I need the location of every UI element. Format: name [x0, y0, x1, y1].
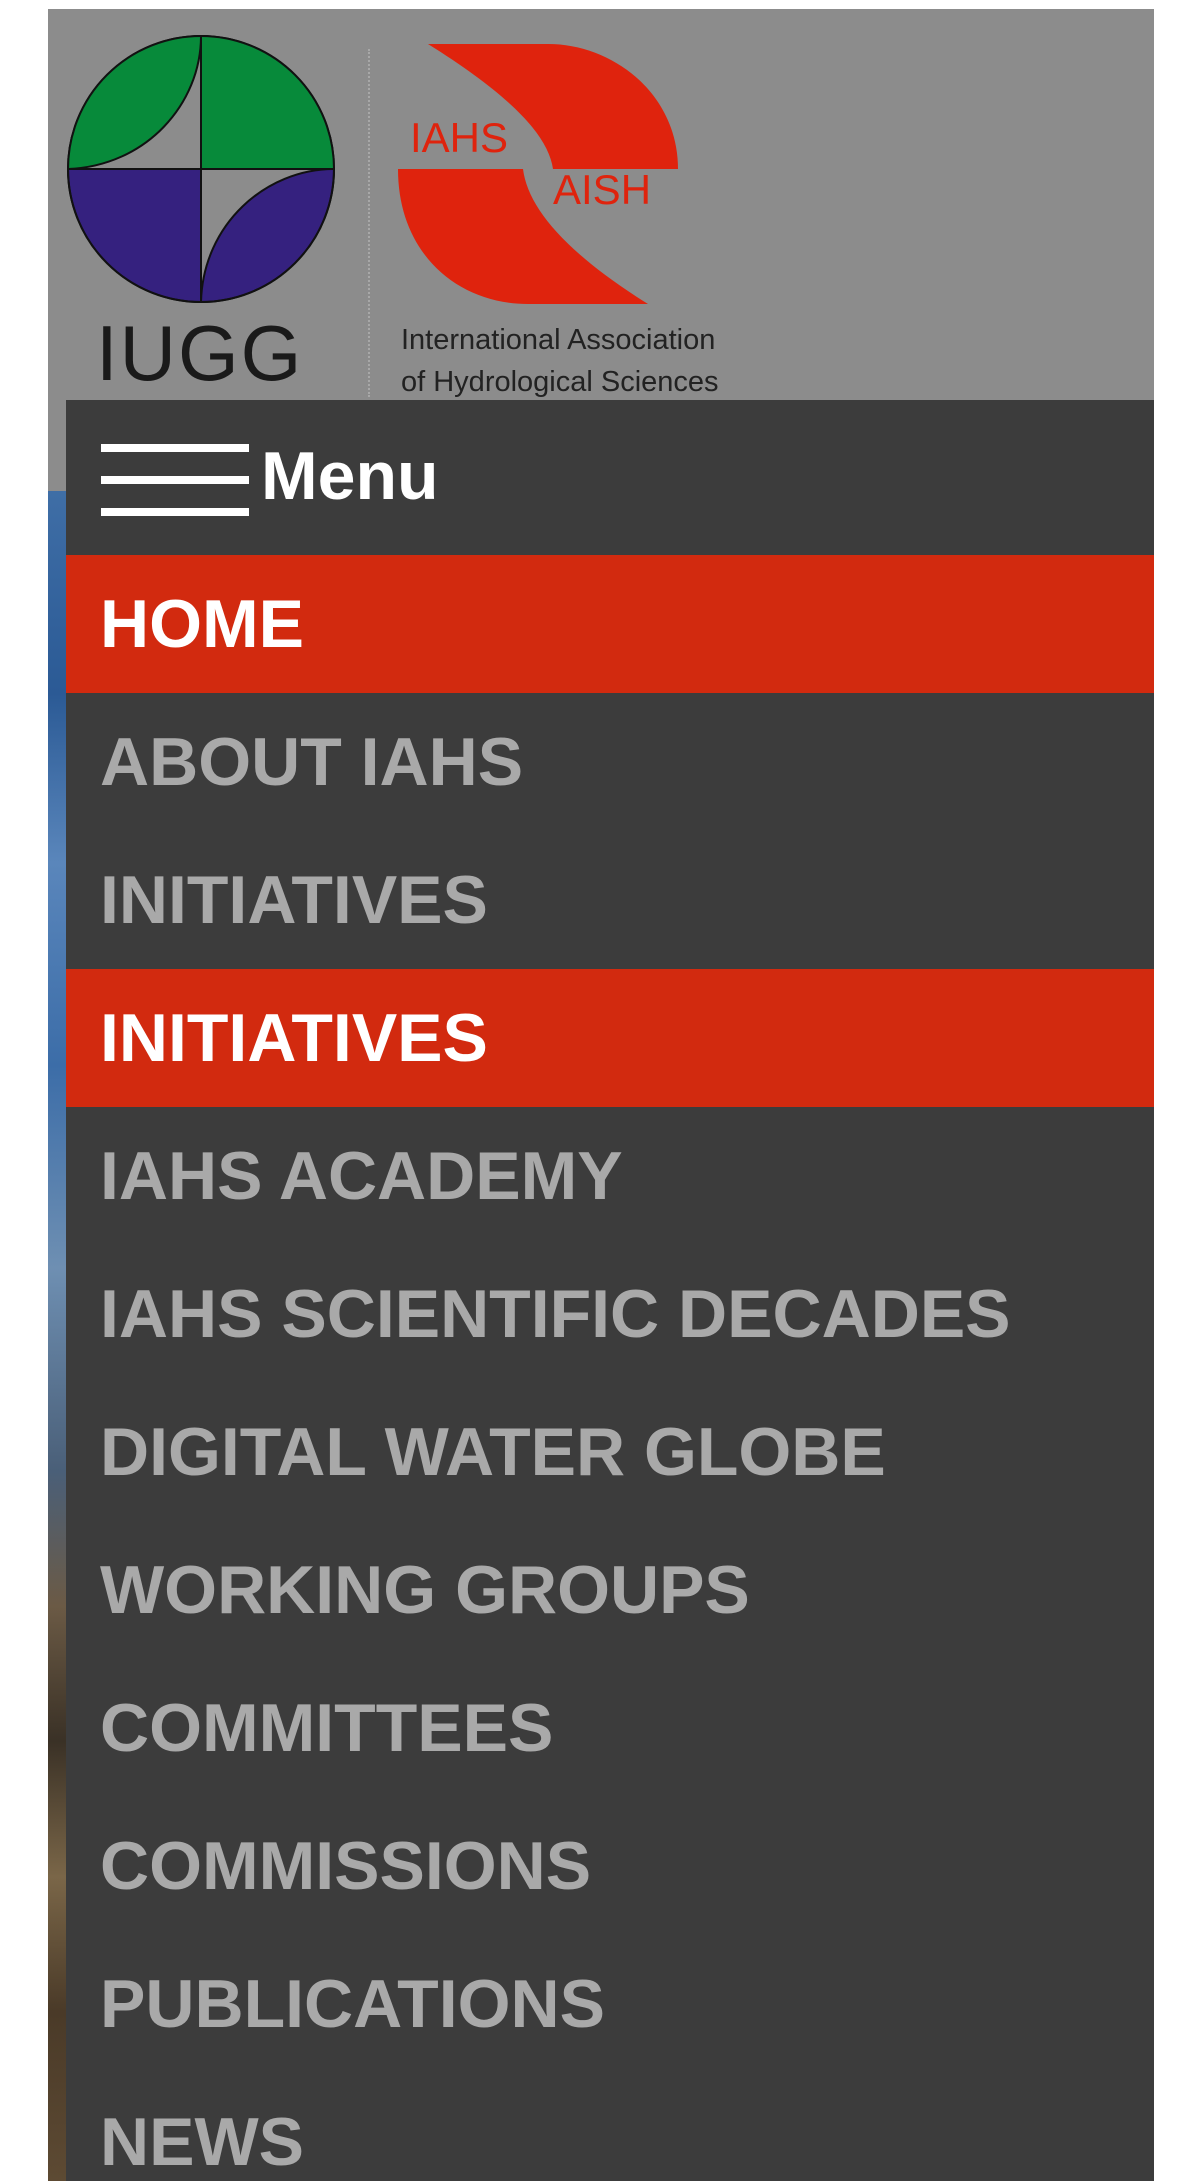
iugg-logo[interactable] — [66, 34, 336, 304]
menu-toggle-button[interactable]: Menu — [66, 400, 1154, 555]
main-menu-panel: Menu HOME ABOUT IAHS INITIATIVES INITIATIVE… — [66, 400, 1154, 2181]
svg-text:AISH: AISH — [553, 166, 651, 213]
iahs-caption: International Association of Hydrologica… — [401, 319, 719, 403]
logo-divider — [368, 49, 370, 397]
svg-text:IAHS: IAHS — [410, 114, 508, 161]
hamburger-icon[interactable] — [101, 444, 249, 516]
iahs-caption-line2: of Hydrological Sciences — [401, 366, 719, 398]
menu-item-working-groups[interactable]: WORKING GROUPS — [66, 1521, 1154, 1659]
menu-item-committees[interactable]: COMMITTEES — [66, 1659, 1154, 1797]
menu-item-initiatives[interactable]: INITIATIVES — [66, 831, 1154, 969]
iugg-label: IUGG — [96, 309, 304, 397]
menu-item-iahs-academy[interactable]: IAHS ACADEMY — [66, 1107, 1154, 1245]
iahs-caption-line1: International Association — [401, 324, 716, 356]
menu-item-digital-water-globe[interactable]: DIGITAL WATER GLOBE — [66, 1383, 1154, 1521]
menu-toggle-label: Menu — [261, 438, 439, 514]
menu-item-news[interactable]: NEWS — [66, 2073, 1154, 2181]
menu-item-home[interactable]: HOME — [66, 555, 1154, 693]
menu-item-about-iahs[interactable]: ABOUT IAHS — [66, 693, 1154, 831]
page: IUGG IAHS AISH International Association… — [48, 9, 1154, 2181]
menu-item-publications[interactable]: PUBLICATIONS — [66, 1935, 1154, 2073]
menu-item-iahs-scientific-decades[interactable]: IAHS SCIENTIFIC DECADES — [66, 1245, 1154, 1383]
menu-list: HOME ABOUT IAHS INITIATIVES INITIATIVES IAHS… — [66, 555, 1154, 2181]
iahs-logo[interactable]: IAHS AISH — [398, 34, 688, 314]
menu-item-commissions[interactable]: COMMISSIONS — [66, 1797, 1154, 1935]
menu-item-initiatives[interactable]: INITIATIVES — [66, 969, 1154, 1107]
